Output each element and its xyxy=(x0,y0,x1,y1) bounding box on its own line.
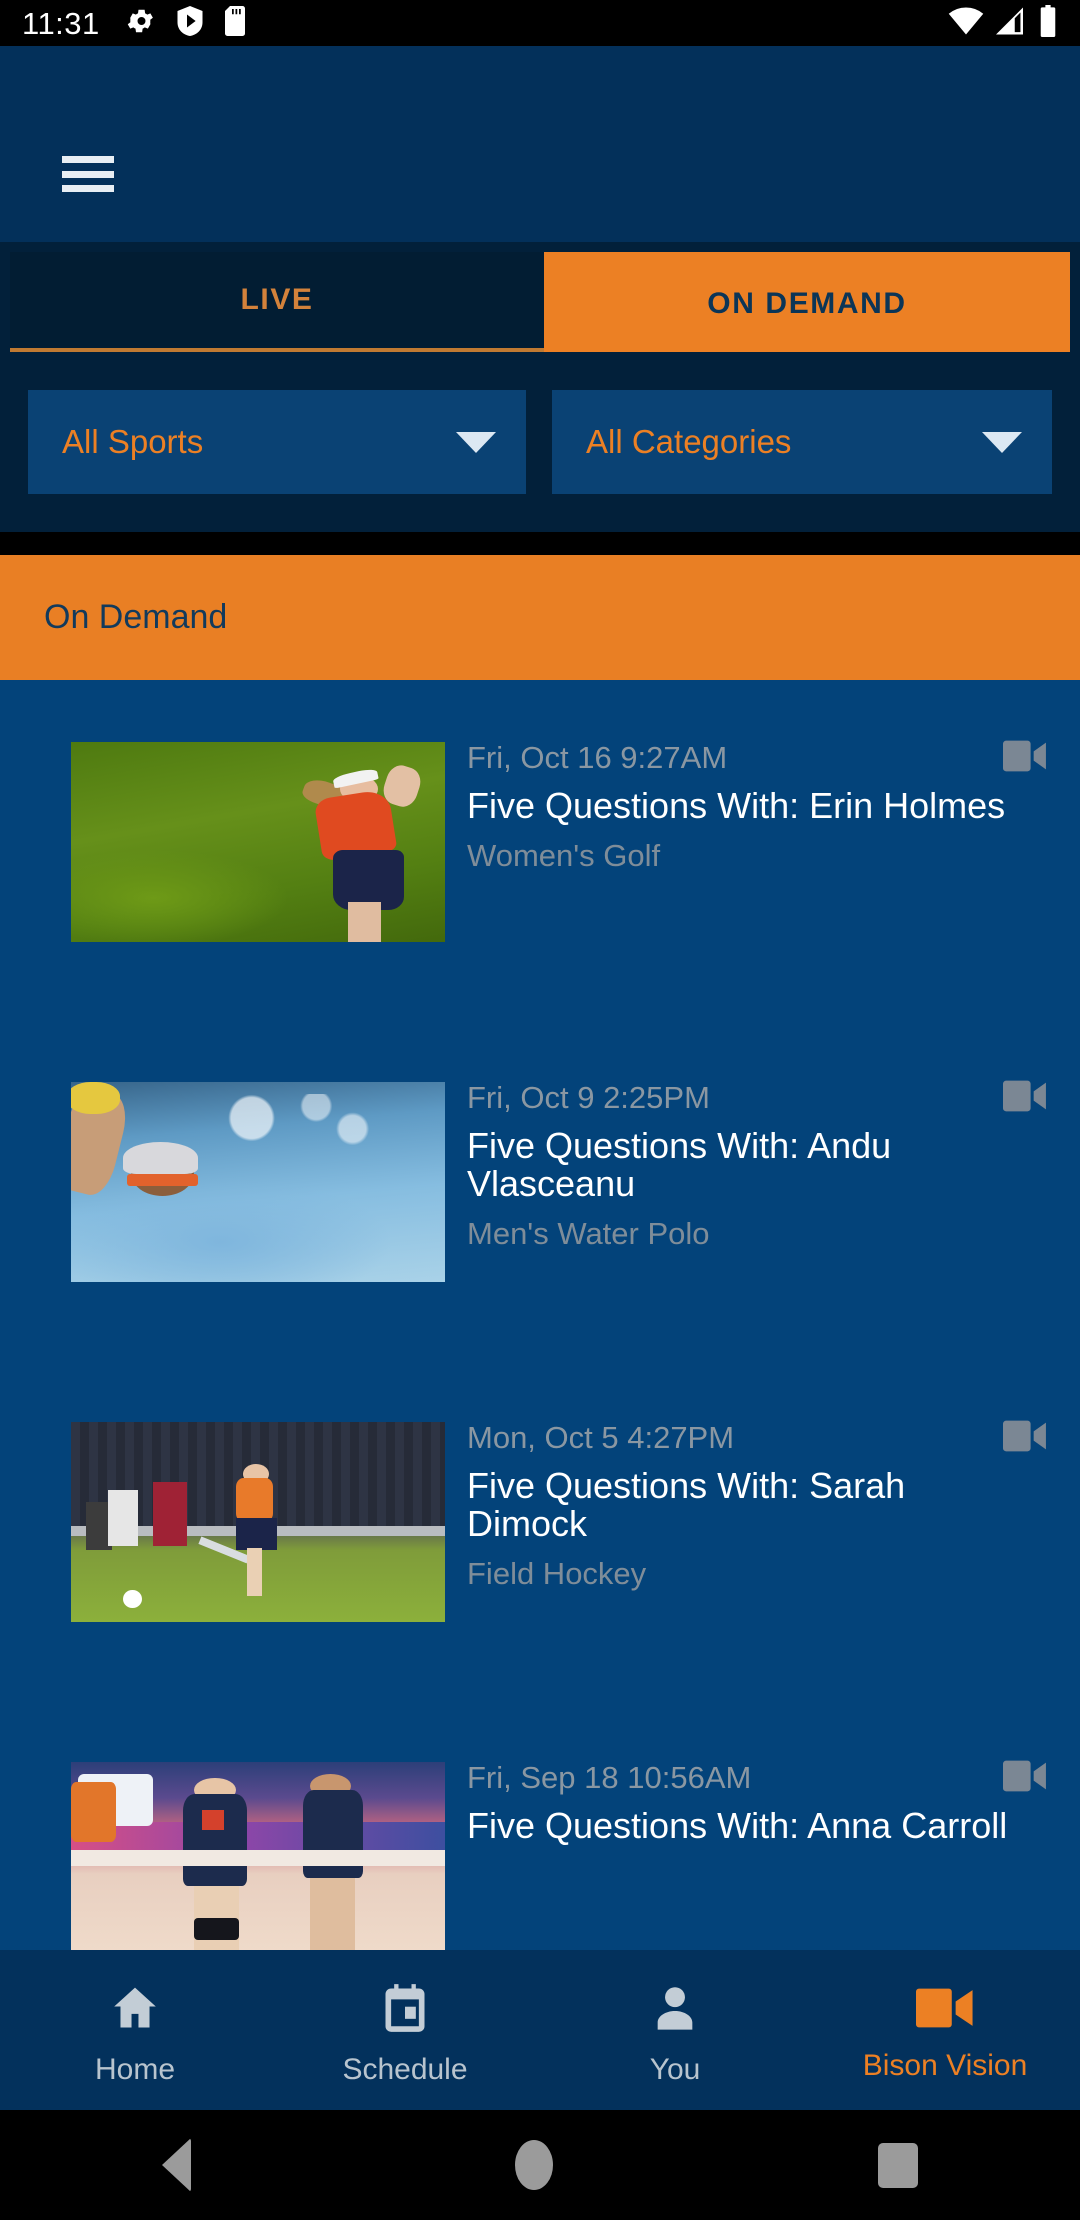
tab-live-label: LIVE xyxy=(240,283,314,316)
status-bar: 11:31 xyxy=(0,0,1080,46)
list-item[interactable]: Fri, Sep 18 10:56AM Five Questions With:… xyxy=(0,1700,1080,1950)
hamburger-menu-icon[interactable] xyxy=(62,156,114,192)
list-item-date: Mon, Oct 5 4:27PM xyxy=(467,1420,735,1455)
list-item-sport: Field Hockey xyxy=(467,1555,647,1591)
status-bar-notification-icons xyxy=(126,5,246,41)
section-header-title: On Demand xyxy=(44,598,228,636)
tab-on-demand[interactable]: ON DEMAND xyxy=(544,252,1070,356)
chevron-down-icon xyxy=(456,431,496,453)
hamburger-bar xyxy=(62,156,114,163)
video-camera-icon xyxy=(916,1986,974,2035)
sd-card-icon xyxy=(224,5,246,41)
list-item[interactable]: Fri, Oct 16 9:27AM Five Questions With: … xyxy=(0,680,1080,1020)
list-item-title: Five Questions With: Sarah Dimock xyxy=(467,1465,906,1545)
wifi-icon xyxy=(948,6,984,41)
list-item-date: Fri, Oct 9 2:25PM xyxy=(467,1080,710,1115)
sports-filter-label: All Sports xyxy=(62,423,204,460)
filter-bar: All Sports All Categories xyxy=(0,352,1080,532)
settings-gear-icon xyxy=(126,6,156,41)
on-demand-list[interactable]: Fri, Oct 16 9:27AM Five Questions With: … xyxy=(0,680,1080,1950)
video-camera-icon xyxy=(1003,1420,1049,1452)
cellular-signal-icon xyxy=(994,6,1028,41)
hamburger-bar xyxy=(62,185,114,192)
list-item-sport: Women's Golf xyxy=(467,838,661,874)
field-hockey-thumbnail xyxy=(71,1422,445,1622)
status-bar-clock: 11:31 xyxy=(22,5,100,41)
sports-filter-dropdown[interactable]: All Sports xyxy=(28,390,526,494)
womens-golf-thumbnail xyxy=(71,742,445,942)
list-item-sport: Men's Water Polo xyxy=(467,1215,710,1251)
video-camera-icon xyxy=(1003,1080,1049,1112)
battery-icon xyxy=(1038,4,1058,42)
status-bar-system-icons xyxy=(948,4,1058,42)
categories-filter-label: All Categories xyxy=(586,423,792,460)
person-icon xyxy=(649,1982,701,2039)
list-item-title: Five Questions With: Erin Holmes xyxy=(467,785,1006,827)
home-circle-icon[interactable] xyxy=(515,2140,554,2190)
nav-item-schedule-label: Schedule xyxy=(342,2052,468,2086)
back-triangle-icon[interactable] xyxy=(162,2138,192,2192)
nav-item-bison-vision[interactable]: Bison Vision xyxy=(810,1950,1080,2110)
hamburger-bar xyxy=(62,170,114,178)
list-item-date: Fri, Sep 18 10:56AM xyxy=(467,1760,752,1795)
bottom-navigation-bar: Home Schedule You Bison Vision xyxy=(0,1950,1080,2110)
video-camera-icon xyxy=(1003,1760,1049,1792)
recents-square-icon[interactable] xyxy=(877,2142,918,2188)
tab-on-demand-label: ON DEMAND xyxy=(707,287,907,320)
categories-filter-dropdown[interactable]: All Categories xyxy=(552,390,1052,494)
calendar-icon xyxy=(379,1982,431,2039)
android-navigation-bar xyxy=(0,2110,1080,2220)
list-item-title: Five Questions With: Andu Vlasceanu xyxy=(467,1125,892,1205)
home-icon xyxy=(109,1982,161,2039)
mens-water-polo-thumbnail xyxy=(71,1082,445,1282)
chevron-down-icon xyxy=(982,431,1022,453)
tab-live[interactable]: LIVE xyxy=(10,252,544,356)
nav-item-schedule[interactable]: Schedule xyxy=(270,1950,540,2110)
video-camera-icon xyxy=(1003,740,1049,772)
nav-item-home-label: Home xyxy=(94,2052,176,2086)
section-header-on-demand: On Demand xyxy=(0,555,1080,680)
list-item-title: Five Questions With: Anna Carroll xyxy=(467,1805,1008,1847)
volleyball-thumbnail xyxy=(71,1762,445,1950)
list-item-date: Fri, Oct 16 9:27AM xyxy=(467,740,728,775)
list-item[interactable]: Mon, Oct 5 4:27PM Five Questions With: S… xyxy=(0,1360,1080,1700)
app-header xyxy=(0,46,1080,242)
tab-bar: LIVE ON DEMAND xyxy=(0,242,1080,356)
nav-item-you-label: You xyxy=(649,2052,701,2086)
list-item[interactable]: Fri, Oct 9 2:25PM Five Questions With: A… xyxy=(0,1020,1080,1360)
nav-item-you[interactable]: You xyxy=(540,1950,810,2110)
nav-item-bison-vision-label: Bison Vision xyxy=(862,2048,1028,2082)
nav-item-home[interactable]: Home xyxy=(0,1950,270,2110)
play-shield-icon xyxy=(177,5,203,41)
